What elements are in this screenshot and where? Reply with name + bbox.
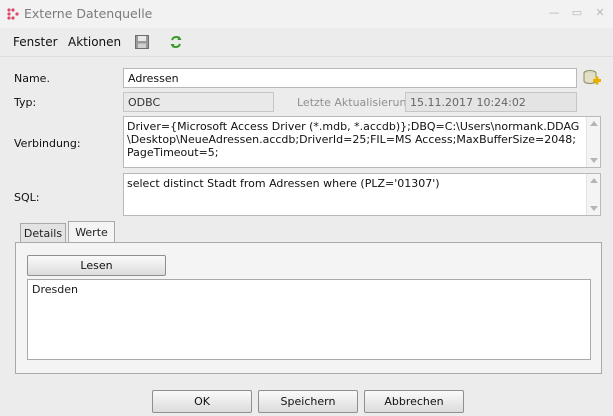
connection-text: Driver={Microsoft Access Driver (*.mdb, …	[127, 120, 580, 159]
name-label: Name.	[14, 72, 50, 85]
list-item[interactable]: Dresden	[32, 283, 586, 296]
ok-button[interactable]: OK	[152, 390, 252, 413]
menu-fenster[interactable]: Fenster	[13, 35, 58, 49]
typ-label: Typ:	[14, 96, 37, 109]
last-update-field: 15.11.2017 10:24:02	[405, 92, 577, 112]
refresh-icon[interactable]	[168, 34, 184, 50]
add-icon[interactable]	[582, 68, 602, 88]
tab-details[interactable]: Details	[20, 223, 66, 243]
tab-werte[interactable]: Werte	[68, 221, 115, 243]
read-button[interactable]: Lesen	[27, 255, 166, 276]
scroll-down-icon[interactable]	[590, 158, 598, 163]
menu-aktionen[interactable]: Aktionen	[68, 35, 121, 49]
result-list[interactable]: Dresden	[27, 279, 591, 360]
app-logo-icon	[6, 7, 20, 21]
last-update-label: Letzte Aktualisierung:	[297, 96, 418, 109]
minimize-button[interactable]: —	[543, 4, 565, 22]
maximize-button[interactable]: ▭	[566, 4, 588, 22]
typ-field: ODBC	[123, 92, 274, 112]
menu-bar: Fenster Aktionen	[0, 28, 613, 57]
title-bar[interactable]: Externe Datenquelle — ▭ ✕	[0, 0, 613, 28]
save-button[interactable]: Speichern	[258, 390, 358, 413]
save-icon[interactable]	[134, 34, 150, 50]
close-button[interactable]: ✕	[589, 4, 611, 22]
scroll-up-icon[interactable]	[590, 178, 598, 183]
connection-scrollbar[interactable]	[586, 117, 600, 167]
sql-scrollbar[interactable]	[586, 174, 600, 215]
sql-text: select distinct Stadt from Adressen wher…	[127, 177, 440, 190]
connection-field[interactable]: Driver={Microsoft Access Driver (*.mdb, …	[123, 116, 601, 168]
scroll-up-icon[interactable]	[590, 121, 598, 126]
werte-panel: Lesen Dresden	[15, 242, 602, 374]
cancel-button[interactable]: Abbrechen	[364, 390, 464, 413]
sql-field[interactable]: select distinct Stadt from Adressen wher…	[123, 173, 601, 216]
connection-label: Verbindung:	[14, 137, 81, 150]
scroll-down-icon[interactable]	[590, 206, 598, 211]
window-title: Externe Datenquelle	[24, 6, 153, 21]
name-field[interactable]: Adressen	[123, 68, 577, 88]
sql-label: SQL:	[14, 191, 40, 204]
